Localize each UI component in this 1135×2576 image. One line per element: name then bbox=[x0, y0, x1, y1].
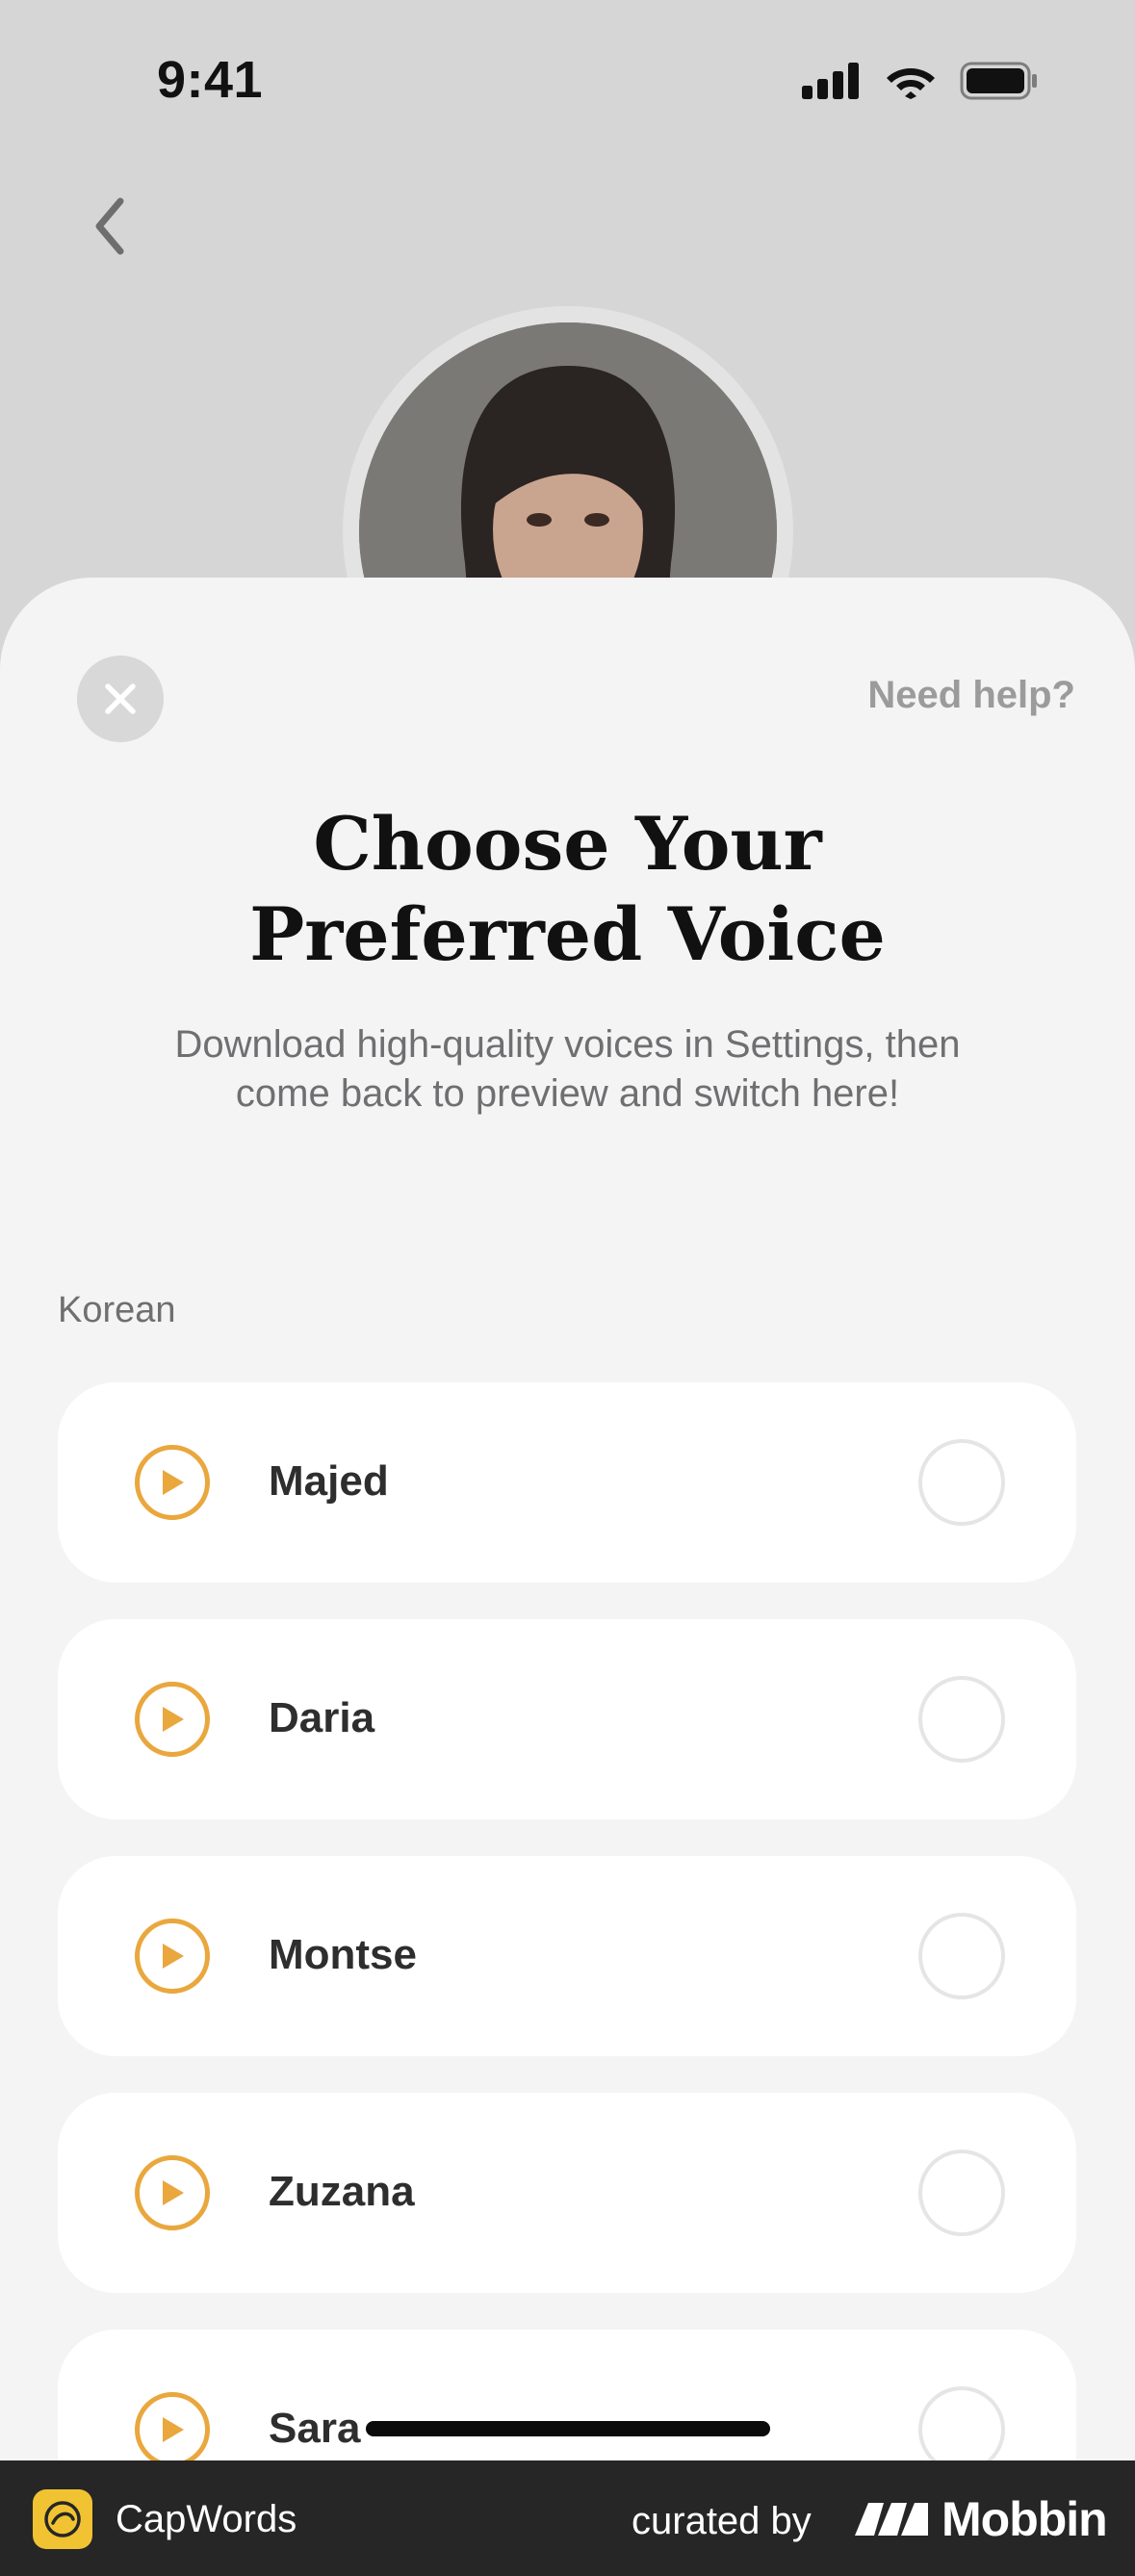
voice-radio[interactable] bbox=[918, 1913, 1005, 1999]
status-bar: 9:41 bbox=[0, 0, 1135, 164]
voice-name: Montse bbox=[269, 1931, 417, 1978]
title-line-2: Preferred Voice bbox=[249, 891, 886, 977]
play-preview-button[interactable] bbox=[135, 1682, 210, 1757]
voice-option-daria[interactable]: Daria bbox=[58, 1619, 1076, 1819]
close-icon bbox=[105, 683, 136, 714]
close-button[interactable] bbox=[77, 656, 164, 742]
language-section-label: Korean bbox=[58, 1290, 176, 1330]
page-title: Choose Your Preferred Voice bbox=[0, 799, 1135, 980]
play-icon bbox=[163, 2417, 184, 2442]
back-button[interactable] bbox=[75, 183, 142, 270]
voice-option-zuzana[interactable]: Zuzana bbox=[58, 2093, 1076, 2293]
play-preview-button[interactable] bbox=[135, 1919, 210, 1994]
title-line-1: Choose Your bbox=[313, 801, 822, 887]
attribution-footer: CapWords curated by Mobbin bbox=[0, 2460, 1135, 2576]
voice-radio[interactable] bbox=[918, 1676, 1005, 1763]
wifi-icon bbox=[887, 68, 935, 99]
play-icon bbox=[163, 1470, 184, 1495]
subtitle: Download high-quality voices in Settings… bbox=[174, 1023, 961, 1115]
voice-name: Majed bbox=[269, 1457, 389, 1505]
app-name: CapWords bbox=[116, 2498, 297, 2540]
play-preview-button[interactable] bbox=[135, 1445, 210, 1520]
voice-option-montse[interactable]: Montse bbox=[58, 1856, 1076, 2056]
voice-name: Sara bbox=[269, 2405, 361, 2452]
voice-radio[interactable] bbox=[918, 1439, 1005, 1526]
play-icon bbox=[163, 2180, 184, 2205]
capwords-app-icon bbox=[33, 2489, 92, 2549]
status-icons bbox=[802, 62, 1039, 100]
play-preview-button[interactable] bbox=[135, 2392, 210, 2467]
mobbin-wordmark: Mobbin bbox=[942, 2492, 1108, 2546]
play-icon bbox=[163, 1944, 184, 1969]
voice-picker-sheet: Need help? Choose Your Preferred Voice D… bbox=[0, 578, 1135, 2576]
need-help-link[interactable]: Need help? bbox=[867, 674, 1075, 717]
voice-name: Daria bbox=[269, 1694, 375, 1741]
voice-radio[interactable] bbox=[918, 2150, 1005, 2236]
voice-name: Zuzana bbox=[269, 2168, 415, 2215]
chevron-left-icon bbox=[95, 197, 124, 255]
play-icon bbox=[163, 1707, 184, 1732]
voice-option-majed[interactable]: Majed bbox=[58, 1382, 1076, 1583]
mobbin-logo-icon bbox=[855, 2503, 928, 2536]
voice-list: Majed Daria Montse Zuzana Sara bbox=[58, 1382, 1076, 2566]
battery-icon bbox=[960, 62, 1037, 100]
status-time: 9:41 bbox=[157, 51, 264, 109]
cellular-signal-icon bbox=[802, 63, 859, 99]
home-indicator bbox=[366, 2421, 770, 2436]
curated-by-label: curated by bbox=[632, 2500, 812, 2542]
play-preview-button[interactable] bbox=[135, 2155, 210, 2230]
